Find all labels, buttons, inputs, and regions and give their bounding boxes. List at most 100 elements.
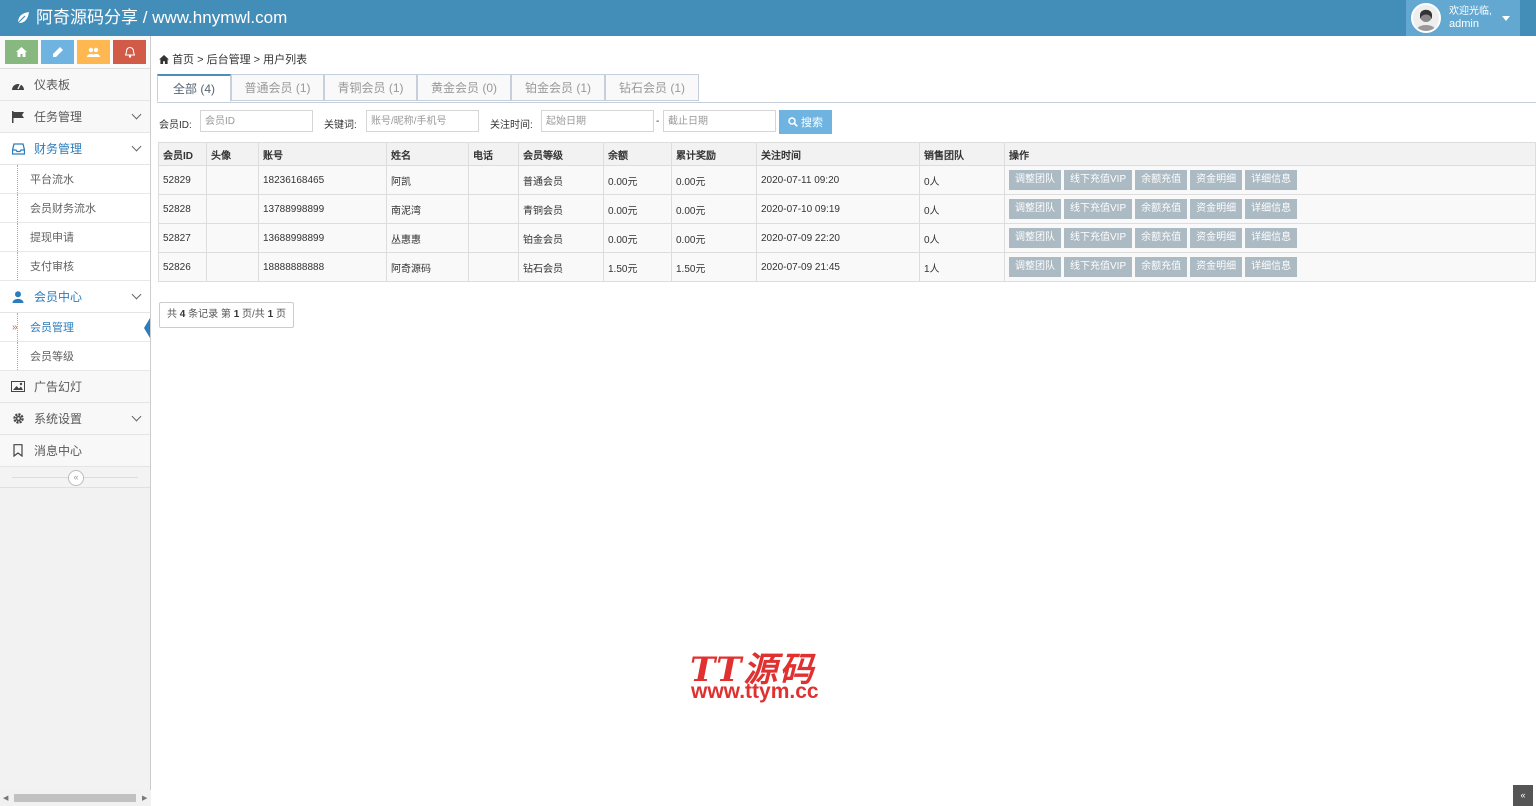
- sidebar-subitem-withdraw[interactable]: 提现申请: [0, 223, 150, 252]
- sales-team-cell[interactable]: 1人: [919, 252, 1005, 282]
- adjust-team-button[interactable]: 调整团队: [1009, 199, 1061, 219]
- edit-shortcut-button[interactable]: [41, 40, 74, 64]
- fund-details-button[interactable]: 资金明细: [1190, 228, 1243, 248]
- start-date-input[interactable]: [541, 110, 654, 132]
- member-id-label: 会员ID:: [159, 120, 192, 131]
- users-shortcut-button[interactable]: [77, 40, 110, 64]
- adjust-team-button[interactable]: 调整团队: [1009, 228, 1061, 248]
- breadcrumb-separator: >: [250, 54, 264, 66]
- account-cell: 13688998899: [258, 223, 387, 253]
- reward-cell: 1.50元: [671, 252, 757, 282]
- balance-recharge-button[interactable]: 余额充值: [1135, 170, 1188, 190]
- bell-icon: [124, 46, 135, 58]
- level-cell: 青铜会员: [518, 194, 604, 224]
- sidebar-subitem-member-manage[interactable]: » 会员管理: [0, 313, 150, 342]
- offline-vip-recharge-button[interactable]: 线下充值VIP: [1064, 228, 1133, 248]
- end-date-input[interactable]: [663, 110, 776, 132]
- actions-cell: 调整团队 线下充值VIP 余额充值 资金明细 详细信息: [1004, 194, 1536, 224]
- sidebar-subitem-payment-review[interactable]: 支付审核: [0, 252, 150, 281]
- welcome-label: 欢迎光临,: [1449, 6, 1492, 17]
- sales-team-cell[interactable]: 0人: [919, 165, 1005, 195]
- brand[interactable]: 阿奇源码分享 / www.hnymwl.com: [16, 0, 287, 36]
- actions-cell: 调整团队 线下充值VIP 余额充值 资金明细 详细信息: [1004, 165, 1536, 195]
- follow-time-cell: 2020-07-11 09:20: [756, 165, 920, 195]
- bell-shortcut-button[interactable]: [113, 40, 146, 64]
- tab-diamond[interactable]: 钻石会员 (1): [605, 74, 699, 101]
- keyword-input[interactable]: [366, 110, 479, 132]
- sidebar-subitem-member-level[interactable]: 会员等级: [0, 342, 150, 371]
- sidebar-subitem-member-finance[interactable]: 会员财务流水: [0, 194, 150, 223]
- pager-current: 1: [233, 309, 240, 320]
- welcome-text: 欢迎光临, admin: [1449, 6, 1492, 30]
- balance-recharge-button[interactable]: 余额充值: [1135, 199, 1188, 219]
- sidebar-horizontal-scrollbar[interactable]: ◀ ▶: [0, 790, 151, 806]
- account-cell: 13788998899: [258, 194, 387, 224]
- breadcrumb: 首页 > 后台管理 > 用户列表: [159, 51, 307, 67]
- breadcrumb-admin[interactable]: 后台管理: [207, 54, 251, 66]
- chevron-down-icon: [131, 109, 142, 120]
- sales-team-cell[interactable]: 0人: [919, 223, 1005, 253]
- scroll-left-icon[interactable]: ◀: [3, 794, 8, 802]
- breadcrumb-home[interactable]: 首页: [172, 54, 194, 66]
- offline-vip-recharge-button[interactable]: 线下充值VIP: [1064, 257, 1133, 277]
- sidebar-subitem-platform-flow[interactable]: 平台流水: [0, 165, 150, 194]
- leaf-icon: [17, 12, 29, 24]
- adjust-team-button[interactable]: 调整团队: [1009, 170, 1061, 190]
- avatar-cell: [206, 252, 259, 282]
- sidebar-item-label: 广告幻灯: [34, 380, 83, 394]
- member-id-input[interactable]: [200, 110, 313, 132]
- sidebar-collapse-bar: «: [0, 467, 150, 488]
- column-header: 余额: [603, 142, 672, 166]
- avatar-cell: [206, 165, 259, 195]
- pager-text: 页/共: [242, 309, 265, 320]
- balance-cell: 0.00元: [603, 194, 672, 224]
- reward-cell: 0.00元: [671, 194, 757, 224]
- tab-bronze[interactable]: 青铜会员 (1): [324, 74, 417, 101]
- user-menu[interactable]: 欢迎光临, admin: [1406, 0, 1520, 36]
- fund-details-button[interactable]: 资金明细: [1190, 257, 1243, 277]
- detail-info-button[interactable]: 详细信息: [1245, 170, 1298, 190]
- sidebar-item-members[interactable]: 会员中心: [0, 281, 150, 313]
- offline-vip-recharge-button[interactable]: 线下充值VIP: [1064, 170, 1133, 190]
- adjust-team-button[interactable]: 调整团队: [1009, 257, 1061, 277]
- collapse-sidebar-icon[interactable]: «: [68, 470, 84, 486]
- detail-info-button[interactable]: 详细信息: [1245, 257, 1298, 277]
- column-header: 会员ID: [158, 142, 207, 166]
- level-cell: 钻石会员: [518, 252, 604, 282]
- scrollbar-thumb[interactable]: [14, 794, 136, 802]
- sidebar-item-settings[interactable]: 系统设置: [0, 403, 150, 435]
- offline-vip-recharge-button[interactable]: 线下充值VIP: [1064, 199, 1133, 219]
- sidebar-subitem-label: 会员财务流水: [30, 203, 96, 215]
- sidebar-item-dashboard[interactable]: 仪表板: [0, 69, 150, 101]
- inbox-icon: [11, 142, 25, 155]
- tab-platinum[interactable]: 铂金会员 (1): [511, 74, 605, 101]
- tab-gold[interactable]: 黄金会员 (0): [417, 74, 511, 101]
- tab-normal[interactable]: 普通会员 (1): [231, 74, 324, 101]
- detail-info-button[interactable]: 详细信息: [1245, 199, 1298, 219]
- dashboard-icon: [12, 82, 24, 90]
- member-id-cell: 52829: [158, 165, 207, 195]
- sales-team-cell[interactable]: 0人: [919, 194, 1005, 224]
- home-icon: [16, 47, 27, 57]
- scroll-right-icon[interactable]: ▶: [142, 794, 147, 802]
- sidebar-item-messages[interactable]: 消息中心: [0, 435, 150, 467]
- tab-all[interactable]: 全部 (4): [157, 74, 231, 102]
- pager-pages: 1: [267, 309, 274, 320]
- sidebar-item-tasks[interactable]: 任务管理: [0, 101, 150, 133]
- member-id-cell: 52826: [158, 252, 207, 282]
- search-button[interactable]: 搜索: [779, 110, 832, 134]
- detail-info-button[interactable]: 详细信息: [1245, 228, 1298, 248]
- balance-recharge-button[interactable]: 余额充值: [1135, 257, 1188, 277]
- fund-details-button[interactable]: 资金明细: [1190, 199, 1243, 219]
- column-header: 电话: [468, 142, 519, 166]
- breadcrumb-current: 用户列表: [263, 54, 308, 66]
- home-shortcut-button[interactable]: [5, 40, 38, 64]
- fund-details-button[interactable]: 资金明细: [1190, 170, 1243, 190]
- sidebar-item-label: 会员中心: [34, 290, 83, 304]
- balance-recharge-button[interactable]: 余额充值: [1135, 228, 1188, 248]
- scroll-to-top-button[interactable]: «: [1513, 785, 1533, 806]
- sidebar-item-finance[interactable]: 财务管理: [0, 133, 150, 165]
- column-header: 会员等级: [518, 142, 604, 166]
- sidebar-item-ads[interactable]: 广告幻灯: [0, 371, 150, 403]
- double-angle-right-icon: »: [12, 321, 18, 333]
